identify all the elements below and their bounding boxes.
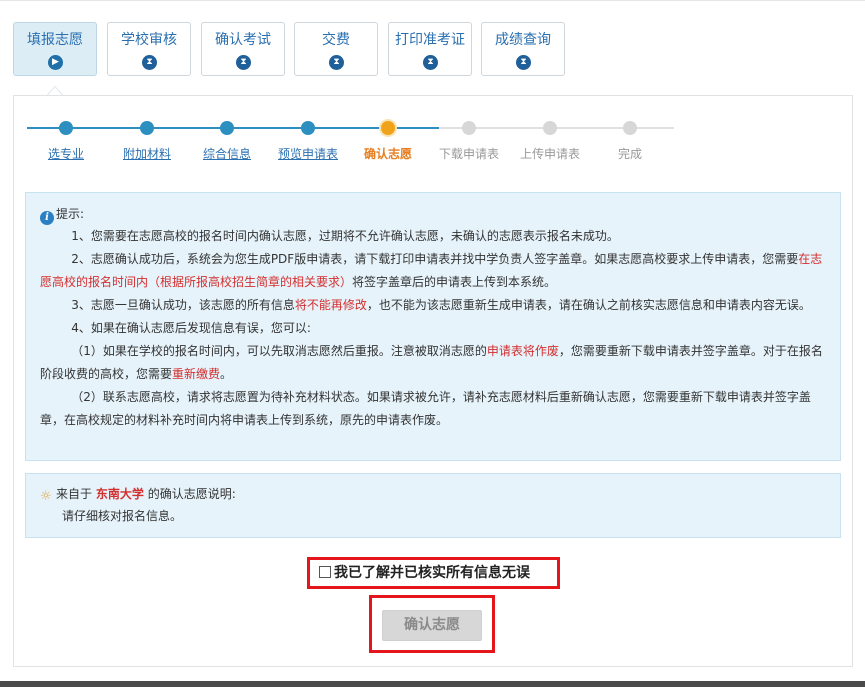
agree-checkbox[interactable]: 我已了解并已核实所有信息无误 bbox=[307, 557, 560, 589]
notice-item: 3、志愿一旦确认成功，该志愿的所有信息将不能再修改，也不能为该志愿重新生成申请表… bbox=[71, 298, 811, 312]
tab-fill-application[interactable]: 填报志愿 ▶ bbox=[13, 22, 97, 76]
tab-label: 确认考试 bbox=[215, 32, 271, 48]
school-note-text: 请仔细核对报名信息。 bbox=[62, 509, 183, 523]
tab-confirm-exam[interactable]: 确认考试 ⧗ bbox=[201, 22, 285, 76]
tab-label: 填报志愿 bbox=[27, 32, 83, 48]
lightbulb-icon: ☼ bbox=[40, 489, 52, 504]
tab-label: 打印准考证 bbox=[395, 32, 465, 48]
step-upload-application: 上传申请表 bbox=[519, 147, 580, 161]
info-icon: i bbox=[40, 211, 54, 225]
active-tab-pointer bbox=[47, 86, 63, 95]
notice-header: i 提示: bbox=[40, 203, 826, 225]
tab-school-review[interactable]: 学校审核 ⧗ bbox=[107, 22, 191, 76]
notice-item: 2、志愿确认成功后，系统会为您生成PDF版申请表，请下载打印申请表并找中学负责人… bbox=[40, 252, 823, 289]
tab-label: 交费 bbox=[322, 32, 350, 48]
step-choose-major[interactable]: 选专业 bbox=[26, 146, 106, 162]
footer-bar bbox=[0, 681, 865, 687]
tab-label: 学校审核 bbox=[121, 32, 177, 48]
hourglass-icon: ⧗ bbox=[142, 55, 157, 70]
notice-title: 提示: bbox=[56, 207, 85, 221]
confirm-highlight: 确认志愿 bbox=[369, 595, 495, 653]
notice-item: （2）联系志愿高校，请求将志愿置为待补充材料状态。如果请求被允许，请补充志愿材料… bbox=[40, 390, 811, 427]
step-confirm-choice: 确认志愿 bbox=[363, 147, 412, 161]
step-additional-materials[interactable]: 附加材料 bbox=[107, 146, 187, 162]
step-complete: 完成 bbox=[617, 147, 642, 161]
notice-item: （1）如果在学校的报名时间内，可以先取消志愿然后重报。注意被取消志愿的申请表将作… bbox=[40, 344, 823, 381]
step-dot bbox=[462, 121, 476, 135]
school-note-box: ☼ 来自于 东南大学 的确认志愿说明: 请仔细核对报名信息。 bbox=[25, 473, 841, 538]
step-download-application: 下载申请表 bbox=[438, 147, 499, 161]
checkbox-box[interactable] bbox=[319, 566, 331, 578]
agree-label: 我已了解并已核实所有信息无误 bbox=[334, 565, 530, 581]
hourglass-icon: ⧗ bbox=[516, 55, 531, 70]
step-dot-current bbox=[381, 121, 395, 135]
tab-score-query[interactable]: 成绩查询 ⧗ bbox=[481, 22, 565, 76]
step-dot bbox=[59, 121, 73, 135]
notice-item: 1、您需要在志愿高校的报名时间内确认志愿，过期将不允许确认志愿，未确认的志愿表示… bbox=[71, 229, 619, 243]
tab-payment[interactable]: 交费 ⧗ bbox=[294, 22, 378, 76]
notice-box: i 提示: 1、您需要在志愿高校的报名时间内确认志愿，过期将不允许确认志愿，未确认… bbox=[25, 192, 841, 461]
step-preview-application[interactable]: 预览申请表 bbox=[268, 146, 348, 162]
confirm-choice-button[interactable]: 确认志愿 bbox=[382, 610, 482, 641]
school-note-header: ☼ 来自于 东南大学 的确认志愿说明: bbox=[40, 487, 236, 504]
step-general-info[interactable]: 综合信息 bbox=[187, 146, 267, 162]
hourglass-icon: ⧗ bbox=[329, 55, 344, 70]
school-name: 东南大学 bbox=[95, 487, 144, 501]
tab-print-admission-ticket[interactable]: 打印准考证 ⧗ bbox=[388, 22, 472, 76]
tab-label: 成绩查询 bbox=[495, 32, 551, 48]
step-dot bbox=[140, 121, 154, 135]
step-dot bbox=[220, 121, 234, 135]
hourglass-icon: ⧗ bbox=[236, 55, 251, 70]
step-dot bbox=[301, 121, 315, 135]
step-progress: 选专业 附加材料 综合信息 预览申请表 确认志愿 下载申请表 上传申请表 完成 bbox=[14, 96, 852, 176]
main-panel: 选专业 附加材料 综合信息 预览申请表 确认志愿 下载申请表 上传申请表 完成 … bbox=[13, 95, 853, 667]
top-divider bbox=[0, 0, 865, 1]
hourglass-icon: ⧗ bbox=[423, 55, 438, 70]
play-icon: ▶ bbox=[48, 55, 63, 70]
notice-item: 4、如果在确认志愿后发现信息有误，您可以: bbox=[71, 321, 311, 335]
step-dot bbox=[543, 121, 557, 135]
step-dot bbox=[623, 121, 637, 135]
